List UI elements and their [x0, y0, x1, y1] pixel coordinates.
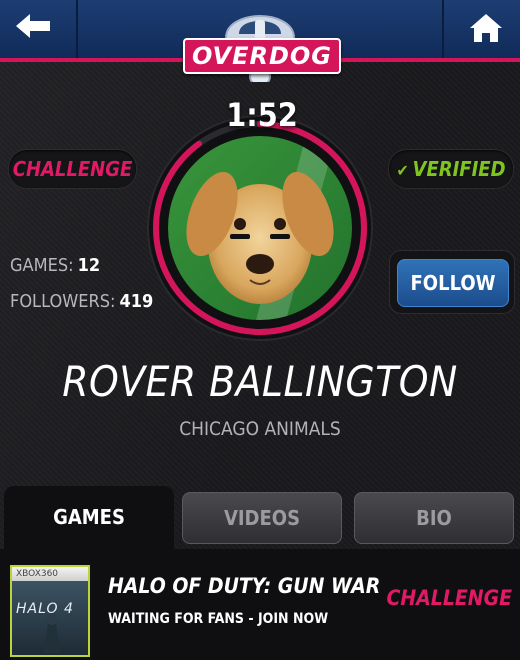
team-name: CHICAGO ANIMALS — [179, 418, 341, 440]
logo-wordmark: OVERDOG — [183, 38, 341, 74]
games-count: GAMES: 12 — [10, 255, 100, 276]
challenge-button[interactable]: CHALLENGE — [8, 149, 137, 189]
game-challenge-button[interactable]: CHALLENGE — [386, 586, 512, 610]
home-button[interactable] — [442, 0, 520, 58]
countdown-timer: 1:52 — [226, 96, 298, 134]
home-icon — [470, 14, 502, 42]
verified-badge: ✔ VERIFIED — [388, 149, 514, 189]
games-value: 12 — [77, 255, 101, 276]
tab-games[interactable]: GAMES — [4, 486, 174, 550]
tab-bio[interactable]: BIO — [354, 492, 514, 544]
avatar-timer-ring — [147, 115, 373, 341]
player-name: ROVER BALLINGTON — [62, 357, 458, 406]
follow-button[interactable]: FOLLOW — [397, 259, 509, 307]
arrow-left-icon — [16, 14, 50, 38]
followers-value: 419 — [119, 291, 154, 312]
verified-label: VERIFIED — [412, 157, 506, 181]
game-status: WAITING FOR FANS - JOIN NOW — [108, 611, 329, 627]
followers-count: FOLLOWERS: 419 — [10, 291, 153, 312]
back-button[interactable] — [0, 0, 78, 58]
follow-button-frame: FOLLOW — [389, 250, 515, 314]
games-label: GAMES: — [10, 255, 74, 276]
tab-videos[interactable]: VIDEOS — [182, 492, 342, 544]
followers-label: FOLLOWERS: — [10, 291, 116, 312]
check-icon: ✔ — [396, 161, 409, 180]
game-title: HALO OF DUTY: GUN WAR — [108, 574, 381, 598]
game-cover-image: XBOX360 HALO 4 — [10, 565, 90, 657]
soldier-icon — [44, 613, 60, 653]
